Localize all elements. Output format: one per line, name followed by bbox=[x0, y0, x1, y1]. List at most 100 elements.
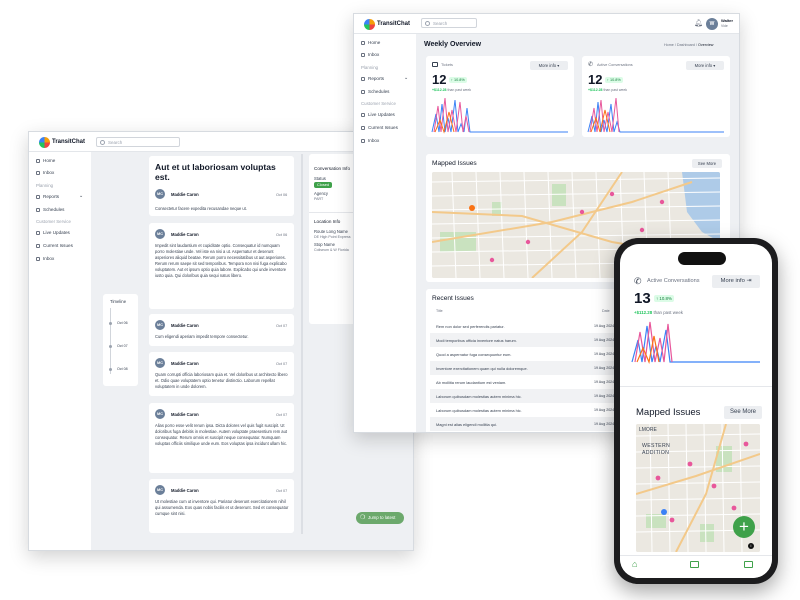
conversations-card: ✆ Active Conversations More info ▾ 12 ↑ … bbox=[582, 56, 730, 137]
message-text: Quam corrupti officia laboriosam quia et… bbox=[155, 372, 288, 390]
jump-to-latest-button[interactable]: ❍ Jump to latest bbox=[356, 512, 404, 524]
sidebar-item-current-issues[interactable]: Current Issues bbox=[36, 243, 73, 248]
message-author: Maddie Caron bbox=[171, 361, 199, 366]
mobile-delta: +$112.28 than past week bbox=[634, 310, 683, 315]
divider bbox=[620, 386, 772, 387]
tickets-delta: +$112.28 than past week bbox=[432, 88, 472, 92]
add-fab-button[interactable]: + bbox=[733, 516, 755, 538]
sidebar-item-inbox-2[interactable]: Inbox bbox=[361, 138, 379, 143]
thread-scrollbar[interactable] bbox=[301, 154, 303, 534]
message-card: Aut et ut laboriosam voluptas est. MC Ma… bbox=[149, 156, 294, 216]
sidebar-item-live-updates[interactable]: Live Updates bbox=[361, 112, 395, 117]
conversations-sparkline bbox=[587, 97, 724, 133]
issue-date: 19 Aug 2024 bbox=[594, 324, 615, 328]
breadcrumb-dashboard[interactable]: Dashboard bbox=[677, 43, 695, 47]
sidebar-item-current-issues[interactable]: Current Issues bbox=[361, 125, 398, 130]
column-header-date[interactable]: Date bbox=[602, 309, 610, 313]
map-label: WESTERN bbox=[642, 443, 671, 449]
search-input[interactable]: Search bbox=[421, 18, 477, 28]
sidebar-item-inbox[interactable]: Inbox bbox=[36, 170, 54, 175]
mobile-bottom-nav: ⌂ bbox=[620, 555, 772, 578]
sidebar-item-live-updates[interactable]: Live Updates bbox=[36, 230, 70, 235]
message-card: MC Maddie Caron Oct 06 Impedit sint laud… bbox=[149, 223, 294, 309]
status-label: Status bbox=[314, 176, 326, 181]
bell-icon[interactable]: 🔔︎ bbox=[694, 19, 703, 27]
issue-title: Modi temporibus officia inventore natus … bbox=[436, 338, 517, 343]
mobile-see-more-button[interactable]: See More bbox=[724, 406, 762, 419]
home-icon[interactable]: ⌂ bbox=[632, 560, 641, 569]
issue-title: Laborum quibusdam molestias autem minima… bbox=[436, 408, 522, 413]
stop-value: Coliseum & W Florida bbox=[314, 248, 349, 252]
message-text: Alias porro esse velit rerum ipsa. Dicta… bbox=[155, 423, 288, 447]
sidebar-item-reports[interactable]: Reports bbox=[361, 76, 384, 81]
sidebar-item-inbox-2[interactable]: Inbox bbox=[36, 256, 54, 261]
route-value: DE High Point Express bbox=[314, 235, 351, 239]
breadcrumb-home[interactable]: Home bbox=[664, 43, 674, 47]
sidebar-item-home[interactable]: Home bbox=[36, 158, 55, 163]
dynamic-island bbox=[678, 252, 726, 265]
tickets-more-info-button[interactable]: More info ▾ bbox=[530, 61, 568, 70]
mobile-device: ✆ Active Conversations More info ⇥ 13 ↑ … bbox=[614, 238, 778, 584]
issue-title: Magni est alias eligendi mollitia qui. bbox=[436, 422, 497, 427]
see-more-button[interactable]: See More bbox=[692, 159, 722, 168]
calendar-icon bbox=[361, 89, 365, 94]
user-avatar[interactable]: W bbox=[706, 18, 718, 30]
sidebar-item-schedules[interactable]: Schedules bbox=[36, 207, 64, 212]
phone-icon: ✆ bbox=[588, 62, 594, 68]
message-author: Maddie Caron bbox=[171, 323, 199, 328]
sidebar-item-home[interactable]: Home bbox=[361, 40, 380, 45]
issue-date: 19 Aug 2024 bbox=[594, 338, 615, 342]
timeline-line bbox=[110, 308, 111, 374]
chevron-down-icon[interactable]: ⌄ bbox=[79, 193, 83, 199]
chevron-down-icon[interactable]: ⌄ bbox=[404, 75, 408, 81]
sidebar-item-inbox[interactable]: Inbox bbox=[361, 52, 379, 57]
message-text: Consectetur facere expedita recusandae n… bbox=[155, 206, 247, 211]
home-icon bbox=[36, 158, 40, 163]
mobile-more-info-button[interactable]: More info ⇥ bbox=[712, 275, 760, 288]
page-title: Weekly Overview bbox=[424, 41, 482, 48]
sidebar-item-schedules[interactable]: Schedules bbox=[361, 89, 389, 94]
mail-icon[interactable] bbox=[690, 561, 699, 568]
message-author: Maddie Caron bbox=[171, 192, 199, 197]
conversations-label: Active Conversations bbox=[597, 63, 633, 67]
tickets-label: Tickets bbox=[441, 63, 453, 67]
map-label: LMORE bbox=[639, 427, 657, 433]
conversations-delta: +$112.28 than past week bbox=[588, 88, 628, 92]
timeline-dot bbox=[109, 368, 112, 371]
status-badge: Closed bbox=[314, 182, 333, 188]
message-card: MC Maddie Caron Oct 07 Quam corrupti off… bbox=[149, 352, 294, 396]
timeline-date: Oct 06 bbox=[117, 321, 128, 325]
map-label: ADDITION bbox=[642, 450, 670, 456]
timeline-date: Oct 07 bbox=[117, 344, 128, 348]
info-icon[interactable]: i bbox=[748, 543, 754, 549]
issue-date: 19 Aug 2024 bbox=[594, 408, 615, 412]
mobile-issues-map[interactable]: LMORE WESTERN ADDITION + i bbox=[636, 424, 760, 552]
mobile-conversations-value: 13 bbox=[634, 290, 651, 307]
issue-date: 19 Aug 2024 bbox=[594, 366, 615, 370]
issue-date: 19 Aug 2024 bbox=[594, 422, 615, 426]
message-date: Oct 06 bbox=[276, 233, 288, 237]
flag-icon bbox=[361, 125, 365, 130]
inbox-icon bbox=[36, 170, 40, 175]
inbox-icon bbox=[361, 52, 365, 57]
inbox-icon bbox=[36, 256, 40, 261]
route-label: Route Long Name bbox=[314, 229, 348, 234]
avatar: MC bbox=[155, 189, 165, 199]
column-header-title[interactable]: Title bbox=[436, 309, 443, 313]
user-role: Vide bbox=[721, 24, 728, 28]
timeline-dot bbox=[109, 345, 112, 348]
conversations-value: 12 bbox=[588, 72, 603, 87]
section-customer-service: Customer Service bbox=[36, 219, 71, 224]
mail-icon[interactable] bbox=[744, 561, 753, 568]
message-text: Cum eligendi aperiam impedit tempore con… bbox=[155, 334, 249, 339]
stop-label: Stop Name bbox=[314, 242, 335, 247]
search-input[interactable]: Search bbox=[96, 137, 180, 147]
section-planning: Planning bbox=[36, 183, 54, 188]
chart-icon bbox=[361, 76, 365, 81]
live-icon bbox=[361, 112, 365, 117]
conversations-more-info-button[interactable]: More info ▾ bbox=[686, 61, 724, 70]
message-text: Ut molestiae cum ut inventore qui. Paria… bbox=[155, 499, 289, 517]
chat-icon: ❍ bbox=[360, 515, 366, 521]
sidebar-item-reports[interactable]: Reports bbox=[36, 194, 59, 199]
message-card: MC Maddie Caron Oct 07 Cum eligendi aper… bbox=[149, 314, 294, 346]
